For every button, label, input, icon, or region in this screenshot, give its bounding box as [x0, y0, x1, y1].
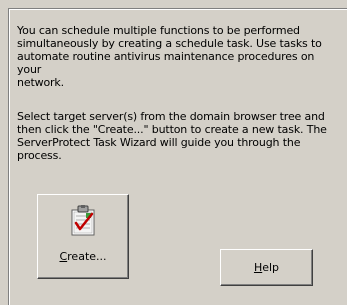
help-button[interactable]: Help — [220, 249, 313, 286]
intro-paragraph-instructions: Select target server(s) from the domain … — [17, 110, 327, 162]
schedule-task-panel: You can schedule multiple functions to b… — [0, 0, 347, 305]
create-task-button[interactable]: Create... — [37, 194, 129, 279]
clipboard-checklist-icon — [71, 205, 95, 236]
create-button-label: Create... — [59, 250, 107, 263]
help-button-label: Help — [253, 261, 280, 274]
intro-paragraph-schedule: You can schedule multiple functions to b… — [17, 24, 322, 89]
